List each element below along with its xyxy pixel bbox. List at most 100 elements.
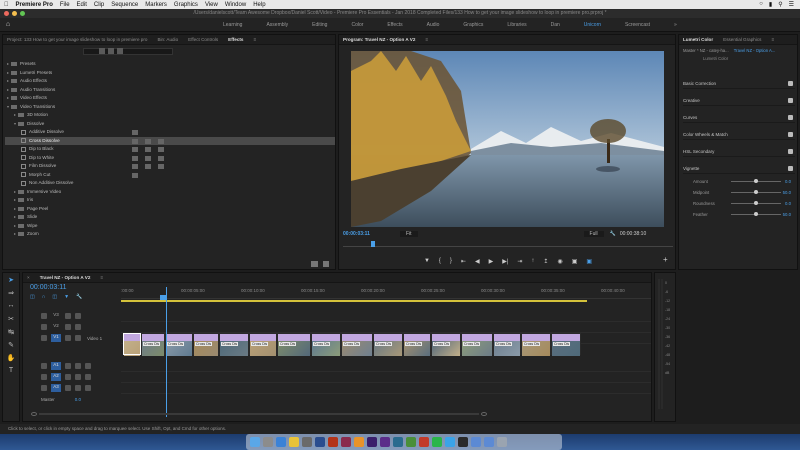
step-back-icon[interactable]: ◀	[475, 258, 480, 265]
scroll-handle-right[interactable]	[481, 412, 487, 416]
panel-menu-icon[interactable]: ≡	[254, 37, 257, 42]
slider-knob[interactable]	[754, 190, 758, 194]
accelerated-filter-icon[interactable]	[99, 48, 105, 54]
zoom-fit-select[interactable]: Fit	[399, 231, 418, 237]
video-clip[interactable]: Cross Dis	[461, 333, 493, 356]
slider-knob[interactable]	[754, 179, 758, 183]
track-target-a1[interactable]: A1	[51, 362, 61, 370]
effects-tree-row[interactable]: Cross Dissolve	[5, 136, 335, 145]
playhead-handle[interactable]	[160, 295, 167, 300]
video-clip[interactable]: Cross Dis	[165, 333, 193, 356]
app-menu[interactable]: Premiere Pro	[16, 2, 53, 8]
mark-in-icon[interactable]: {	[439, 258, 441, 264]
workspace-dan[interactable]: Dan	[539, 22, 572, 28]
solo-icon[interactable]	[75, 385, 81, 391]
tab-sequence[interactable]: Travel NZ - Option A V2	[40, 275, 91, 280]
tab-lumetri-color[interactable]: Lumetri Color	[683, 37, 713, 42]
timeline-scrollbar[interactable]	[31, 411, 651, 417]
slider-value[interactable]: 0.0	[785, 201, 791, 206]
lumetri-section-curves[interactable]: Curves	[683, 113, 795, 123]
work-area-bar[interactable]	[121, 300, 587, 302]
track-lock-icon[interactable]	[41, 374, 47, 380]
microphone-icon[interactable]	[85, 363, 91, 369]
close-tab-icon[interactable]: ×	[27, 275, 30, 280]
track-target-a3[interactable]: A3	[51, 384, 61, 392]
section-enable-checkbox[interactable]	[788, 132, 793, 137]
video-clip[interactable]: Cross Dis	[193, 333, 219, 356]
microphone-icon[interactable]	[85, 374, 91, 380]
lumetri-section-basic-correction[interactable]: Basic Correction	[683, 79, 795, 89]
tab-effect-controls[interactable]: Effect Controls	[188, 37, 218, 42]
tab-effects[interactable]: Effects	[228, 37, 243, 42]
tab-program[interactable]: Program: Travel NZ - Option A V2	[343, 37, 415, 42]
effects-tree-row[interactable]: ▸ Slide	[5, 213, 335, 222]
timeline-settings-icon[interactable]: 🔧	[76, 294, 82, 300]
sequence-clip-label[interactable]: Travel NZ - Option A...	[734, 48, 776, 53]
go-to-out-icon[interactable]: ⇥	[517, 258, 522, 265]
timeline-ruler[interactable]: :00:00 00:00:05:00 00:00:10:00 00:00:15:00 0…	[121, 287, 651, 299]
eye-icon[interactable]	[75, 324, 81, 330]
track-lock-icon[interactable]	[41, 363, 47, 369]
lumetri-section-vignette[interactable]: Vignette	[683, 164, 795, 174]
track-lock-icon[interactable]	[41, 313, 47, 319]
mark-out-icon[interactable]: }	[450, 258, 452, 264]
solo-icon[interactable]	[75, 363, 81, 369]
slider-knob[interactable]	[754, 212, 758, 216]
effects-tree-row[interactable]: ▸ Page Peel	[5, 205, 335, 214]
video-clip[interactable]: Cross Dis	[373, 333, 403, 356]
panel-menu-icon[interactable]: ≡	[771, 37, 774, 42]
effects-tree-row[interactable]: Dip to Black	[5, 145, 335, 154]
effects-tree-row[interactable]: Additive Dissolve	[5, 128, 335, 137]
slider-value[interactable]: 50.0	[783, 190, 791, 195]
ripple-edit-tool-icon[interactable]: ↔	[6, 302, 16, 312]
workspace-assembly[interactable]: Assembly	[254, 22, 300, 28]
razor-tool-icon[interactable]: ✂	[6, 315, 16, 325]
hand-tool-icon[interactable]: ✋	[6, 354, 16, 364]
acrobat-icon[interactable]	[328, 437, 338, 447]
menu-markers[interactable]: Markers	[145, 2, 167, 8]
effects-tree-row[interactable]: Film Dissolve	[5, 162, 335, 171]
panel-menu-icon[interactable]: ≡	[100, 275, 103, 280]
timeline-timecode[interactable]: 00:00:03:11	[30, 284, 66, 291]
effects-tree-row[interactable]: ▾ Video Transitions	[5, 103, 335, 112]
battery-icon[interactable]: ▮	[769, 1, 772, 8]
mute-icon[interactable]	[65, 385, 71, 391]
monitor-playhead[interactable]	[371, 241, 375, 247]
video-clip[interactable]: Cross Dis	[551, 333, 581, 356]
effects-search-input[interactable]	[83, 48, 173, 55]
workspace-unicorn[interactable]: Unicorn	[572, 22, 613, 28]
menu-help[interactable]: Help	[253, 2, 265, 8]
section-enable-checkbox[interactable]	[788, 149, 793, 154]
button-editor-icon[interactable]: ▣	[572, 258, 578, 265]
apple-icon[interactable]: 	[4, 2, 9, 8]
video-clip[interactable]: Cross Dis	[141, 333, 165, 356]
effects-tree-row[interactable]: ▸ Presets	[5, 60, 335, 69]
video-clip[interactable]: Cross Dis	[403, 333, 431, 356]
go-to-in-icon[interactable]: ⇤	[461, 258, 466, 265]
sync-lock-icon[interactable]	[65, 335, 71, 341]
trash-icon[interactable]	[497, 437, 507, 447]
safari-icon[interactable]	[276, 437, 286, 447]
track-lock-icon[interactable]	[41, 335, 47, 341]
video-clip[interactable]: Cross Dis	[431, 333, 461, 356]
add-marker-icon[interactable]: ▼	[424, 258, 430, 264]
video-clip[interactable]: Cross Dis	[341, 333, 373, 356]
snap-icon[interactable]: ∩	[42, 294, 46, 300]
tab-project[interactable]: Project: 133 How to get your image slide…	[7, 37, 147, 42]
slip-tool-icon[interactable]: ↹	[6, 328, 16, 338]
section-enable-checkbox[interactable]	[788, 81, 793, 86]
pen-tool-icon[interactable]: ✎	[6, 341, 16, 351]
32bit-filter-icon[interactable]	[108, 48, 114, 54]
video-clip[interactable]: Cross Dis	[521, 333, 551, 356]
audition-icon[interactable]	[393, 437, 403, 447]
menu-edit[interactable]: Edit	[77, 2, 87, 8]
program-timecode[interactable]: 00:00:03:11	[343, 231, 370, 237]
lift-icon[interactable]: ↑	[531, 258, 534, 264]
step-forward-icon[interactable]: ▶|	[502, 258, 508, 265]
new-bin-icon[interactable]	[311, 261, 318, 267]
search-icon[interactable]: ⚲	[778, 1, 782, 8]
yuv-filter-icon[interactable]	[117, 48, 123, 54]
eye-icon[interactable]	[75, 313, 81, 319]
effects-tree-row[interactable]: ▸ Audio Effects	[5, 77, 335, 86]
video-clip[interactable]: Cross Dis	[219, 333, 249, 356]
